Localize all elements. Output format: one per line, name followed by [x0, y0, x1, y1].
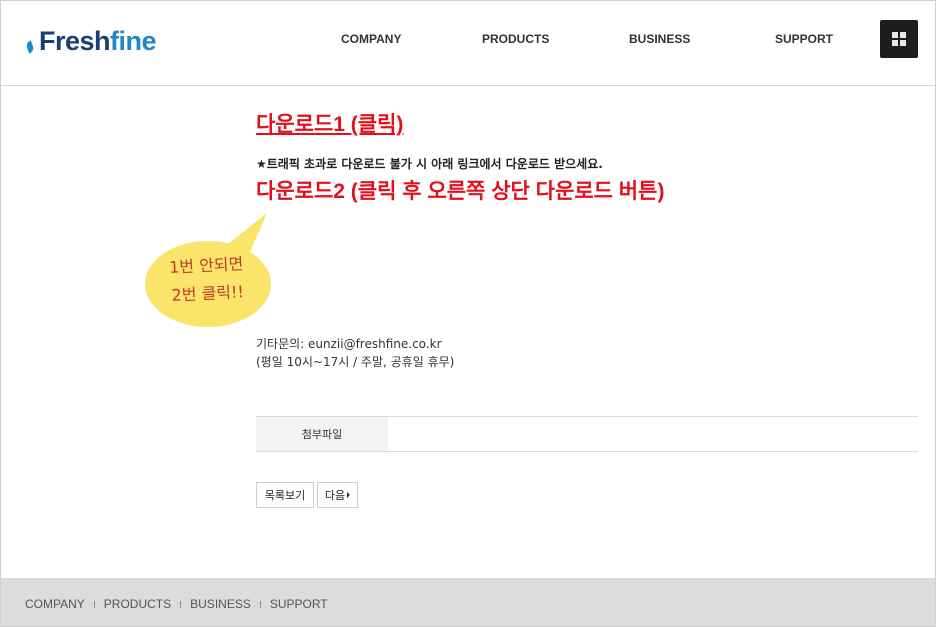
window-frame — [0, 0, 936, 627]
nav-products[interactable]: PRODUCTS — [482, 32, 549, 46]
nav-support[interactable]: SUPPORT — [775, 32, 833, 46]
footer-divider — [180, 600, 182, 608]
logo-text: Freshfine — [39, 25, 157, 56]
footer-link-support[interactable]: SUPPORT — [270, 597, 328, 611]
footer-divider — [93, 600, 95, 608]
footer-divider — [259, 600, 261, 608]
traffic-notice: ★트래픽 초과로 다운로드 불가 시 아래 링크에서 다운로드 받으세요. — [256, 157, 603, 171]
speech-bubble: 1번 안되면 2번 클릭!! — [142, 210, 282, 330]
caret-right-icon — [347, 492, 351, 498]
contact-email: 기타문의: eunzii@freshfine.co.kr — [256, 337, 442, 351]
download-link-1[interactable]: 다운로드1 (클릭) — [256, 108, 403, 138]
attachment-bar: 첨부파일 — [256, 416, 918, 452]
site-footer: COMPANY PRODUCTS BUSINESS SUPPORT — [1, 578, 935, 626]
menu-button[interactable] — [880, 20, 918, 58]
list-button[interactable]: 목록보기 — [256, 482, 314, 508]
footer-link-business[interactable]: BUSINESS — [190, 597, 251, 611]
nav-business[interactable]: BUSINESS — [629, 32, 690, 46]
next-button[interactable]: 다음 — [317, 482, 358, 508]
download-link-2[interactable]: 다운로드2 (클릭 후 오른쪽 상단 다운로드 버튼) — [256, 175, 664, 205]
contact-info: 기타문의: eunzii@freshfine.co.kr (평일 10시~17시… — [256, 335, 454, 371]
leaf-icon — [25, 29, 37, 54]
footer-link-products[interactable]: PRODUCTS — [104, 597, 171, 611]
freshfine-logo[interactable]: Freshfine — [25, 23, 157, 59]
footer-link-company[interactable]: COMPANY — [25, 597, 85, 611]
footer-nav: COMPANY PRODUCTS BUSINESS SUPPORT — [25, 597, 328, 611]
contact-hours: (평일 10시~17시 / 주말, 공휴일 휴무) — [256, 355, 455, 369]
site-header: Freshfine COMPANY PRODUCTS BUSINESS SUPP… — [1, 1, 935, 86]
speech-bubble-text: 1번 안되면 2번 클릭!! — [168, 254, 245, 305]
nav-company[interactable]: COMPANY — [341, 32, 401, 46]
attachment-tab[interactable]: 첨부파일 — [256, 417, 388, 451]
